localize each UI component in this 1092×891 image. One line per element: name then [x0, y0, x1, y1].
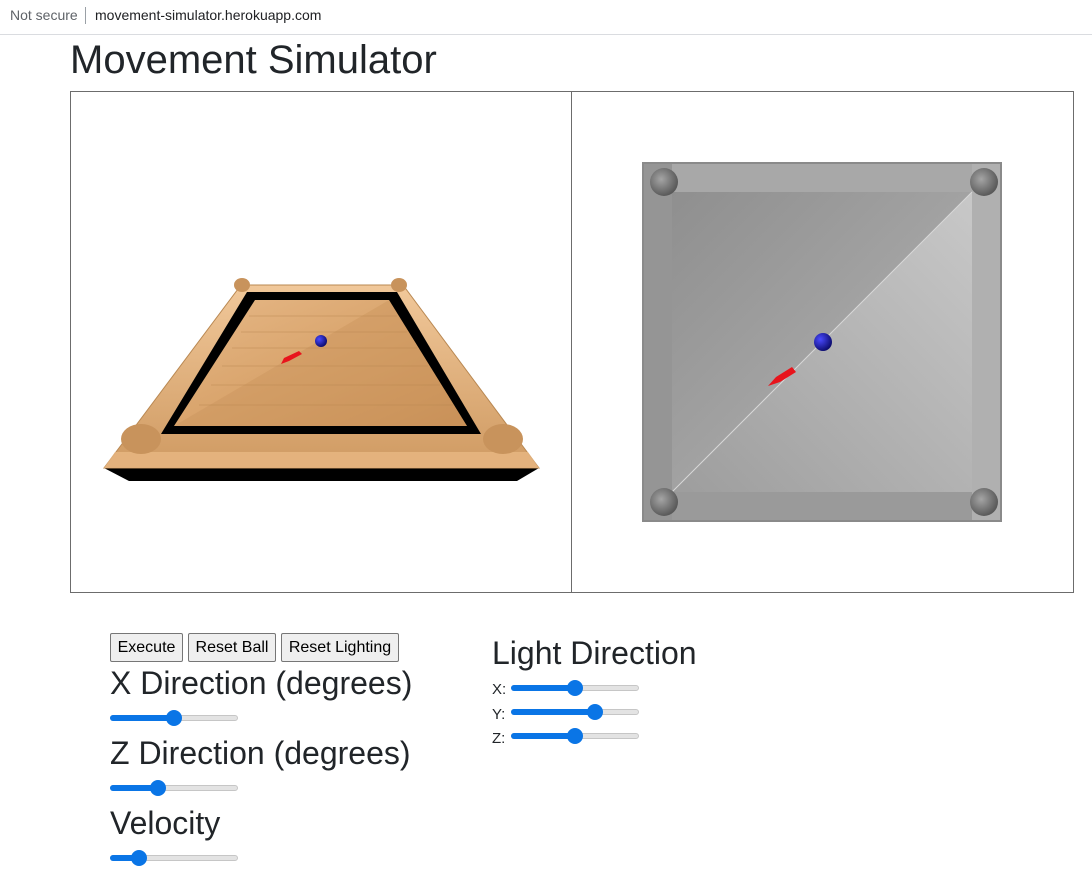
execute-button[interactable]: Execute: [110, 633, 183, 662]
slider-thumb[interactable]: [150, 780, 167, 796]
url-text[interactable]: movement-simulator.herokuapp.com: [95, 7, 321, 23]
z-direction-slider[interactable]: [110, 780, 238, 796]
perspective-ball: [315, 335, 327, 347]
velocity-label: Velocity: [110, 805, 221, 841]
slider-fill: [511, 709, 596, 715]
x-direction-label: X Direction (degrees): [110, 665, 413, 701]
security-indicator[interactable]: Not secure: [10, 7, 78, 23]
velocity-slider[interactable]: [110, 850, 238, 866]
reset-ball-button[interactable]: Reset Ball: [188, 633, 276, 662]
slider-thumb[interactable]: [567, 680, 583, 696]
slider-thumb[interactable]: [567, 728, 583, 744]
slider-thumb[interactable]: [131, 850, 148, 866]
slider-fill: [110, 715, 174, 721]
top-down-view-canvas[interactable]: [572, 91, 1074, 593]
address-bar-divider: [85, 7, 86, 24]
top-down-scene: [642, 162, 1002, 522]
light-z-slider[interactable]: [511, 728, 639, 744]
reset-lighting-button[interactable]: Reset Lighting: [281, 633, 399, 662]
light-x-label: X:: [492, 681, 507, 698]
page-title: Movement Simulator: [70, 38, 437, 82]
light-x-slider[interactable]: [511, 680, 639, 696]
slider-thumb[interactable]: [587, 704, 604, 720]
light-direction-heading: Light Direction: [492, 635, 697, 671]
browser-address-bar[interactable]: Not secure movement-simulator.herokuapp.…: [0, 0, 1092, 35]
slider-fill: [511, 733, 575, 739]
top-down-ball: [814, 333, 832, 351]
z-direction-label: Z Direction (degrees): [110, 735, 411, 771]
perspective-view-canvas[interactable]: [70, 91, 572, 593]
perspective-scene: [103, 278, 540, 481]
light-y-slider[interactable]: [511, 704, 639, 720]
x-direction-slider[interactable]: [110, 710, 238, 726]
light-z-label: Z:: [492, 730, 506, 747]
slider-thumb[interactable]: [166, 710, 182, 726]
slider-fill: [511, 685, 575, 691]
light-y-label: Y:: [492, 706, 506, 723]
